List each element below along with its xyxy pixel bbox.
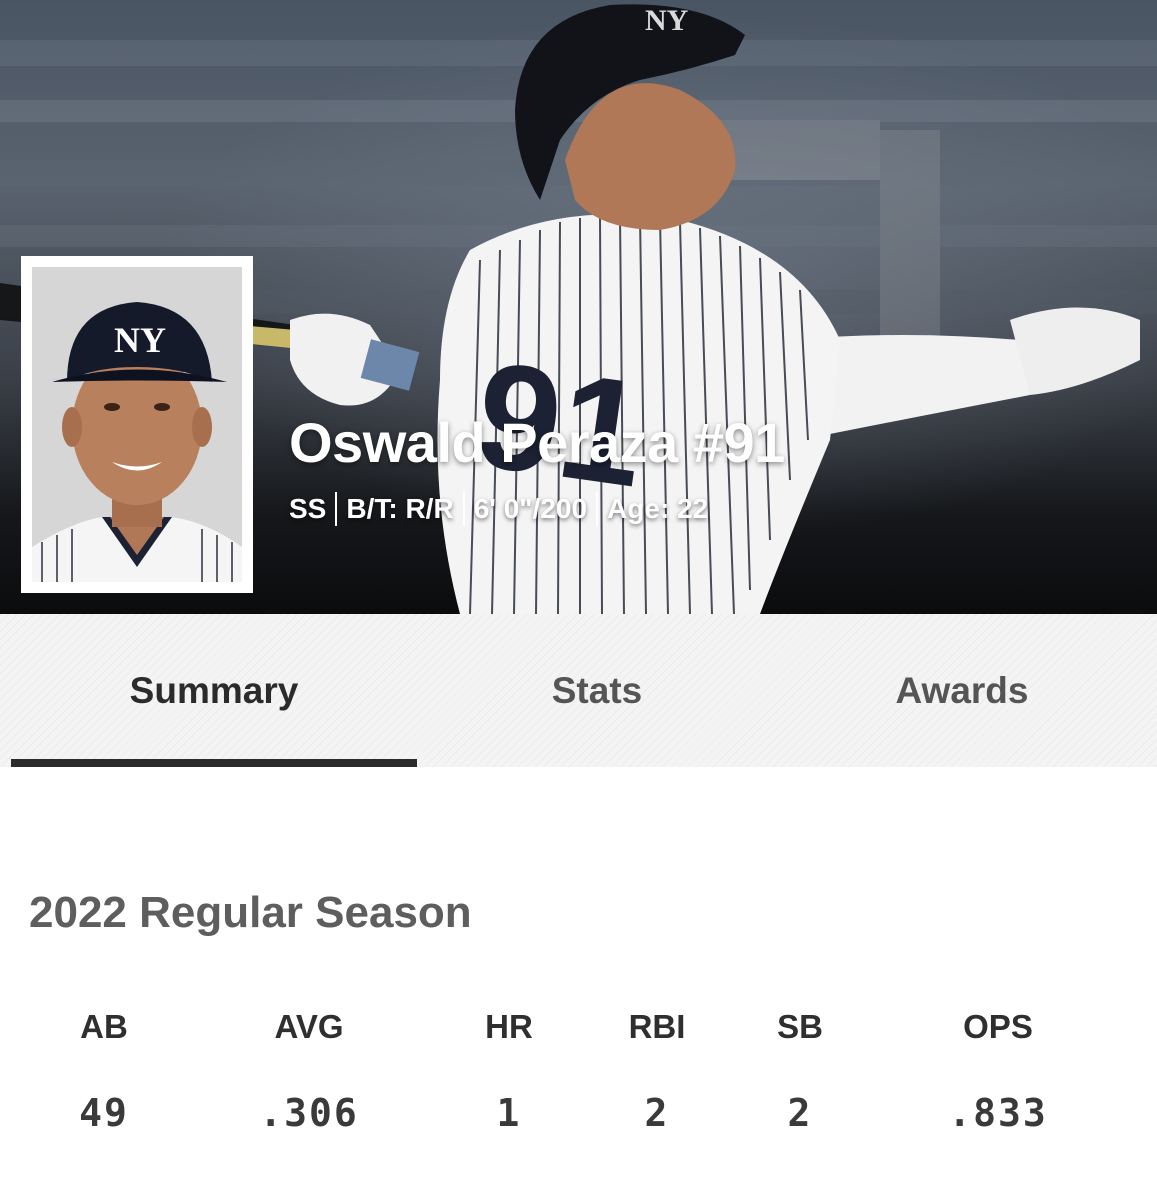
player-headshot-frame: NY — [21, 256, 253, 593]
svg-text:NY: NY — [645, 4, 689, 37]
stat-value: 49 — [79, 1091, 129, 1135]
stat-column-ab: AB 49 — [14, 1005, 194, 1135]
stat-column-avg: AVG .306 — [219, 1005, 399, 1135]
meta-divider — [462, 492, 465, 526]
stat-value: .306 — [259, 1091, 359, 1135]
tab-awards[interactable]: Awards — [777, 614, 1147, 767]
stat-label: AVG — [274, 1008, 344, 1045]
player-hero-banner: 91 NY NY Oswald Peraza #91 SS B/T: R/R 6… — [0, 0, 1157, 614]
player-name: Oswald Peraza #91 — [289, 411, 785, 474]
meta-divider — [596, 492, 599, 526]
player-height-weight: 6' 0"/200 — [473, 493, 588, 524]
tab-summary[interactable]: Summary — [11, 614, 417, 767]
stat-label: SB — [777, 1008, 823, 1045]
player-position: SS — [289, 493, 327, 524]
player-age: Age: 22 — [607, 493, 709, 524]
stat-column-sb: SB 2 — [710, 1005, 890, 1135]
player-bats-throws: B/T: R/R — [346, 493, 454, 524]
player-bio-line: SS B/T: R/R 6' 0"/200 Age: 22 — [289, 492, 708, 526]
headshot-portrait: NY — [32, 267, 242, 582]
stat-value: .833 — [948, 1091, 1048, 1135]
stat-label: OPS — [963, 1008, 1033, 1045]
stat-column-ops: OPS .833 — [908, 1005, 1088, 1135]
stat-value: 2 — [787, 1091, 813, 1135]
season-section-title: 2022 Regular Season — [29, 888, 472, 937]
player-headshot: NY — [32, 267, 242, 582]
svg-text:NY: NY — [114, 320, 166, 360]
meta-divider — [335, 492, 338, 526]
stat-label: AB — [80, 1008, 128, 1045]
profile-tab-bar: Summary Stats Awards — [0, 614, 1157, 767]
tab-stats[interactable]: Stats — [417, 614, 777, 767]
active-tab-indicator — [11, 759, 417, 767]
